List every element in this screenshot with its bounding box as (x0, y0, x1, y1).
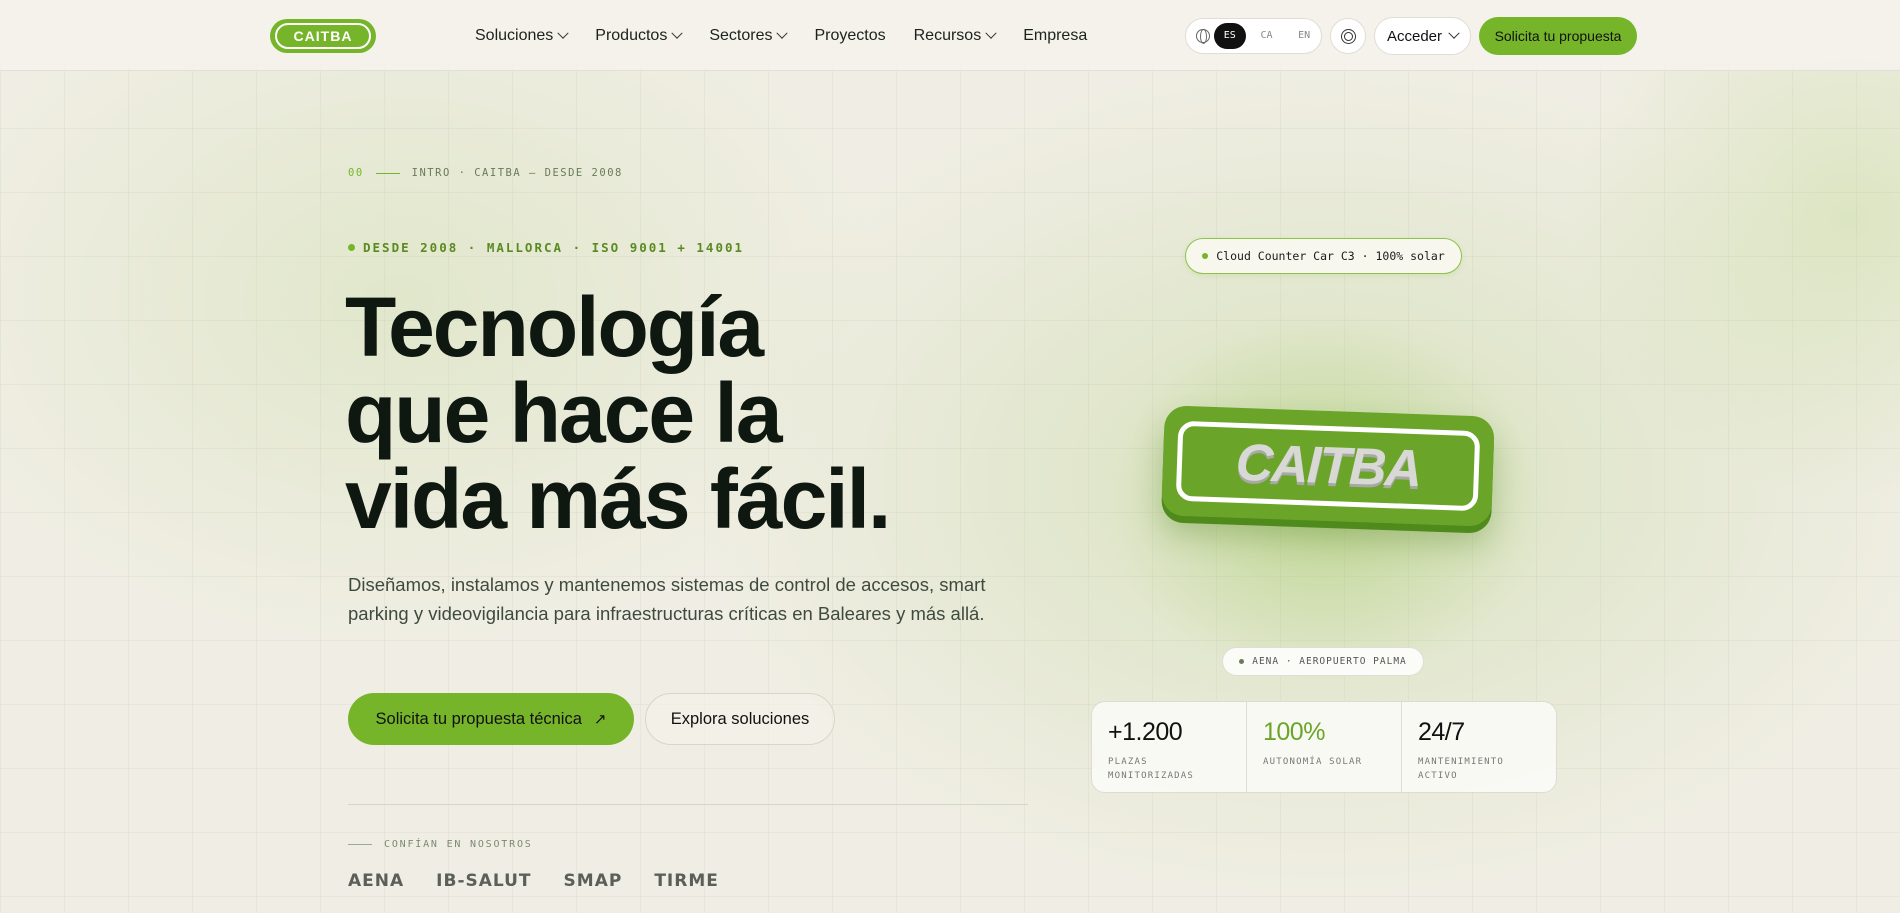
main-menu: Soluciones Productos Sectores Proyectos … (475, 25, 1115, 47)
top-navbar: CAITBA Soluciones Productos Sectores Pro… (0, 0, 1900, 71)
client-logos: AENA IB-SALUT SMAP TIRME (348, 871, 719, 891)
status-dot-icon (1239, 659, 1245, 664)
credentials-badge: DESDE 2008 · MALLORCA · ISO 9001 + 14001 (348, 240, 744, 255)
language-option-en[interactable]: EN (1287, 23, 1321, 49)
hero-headline: Tecnología que hace la vida más fácil. (345, 284, 1065, 542)
status-dot-icon (348, 244, 355, 251)
menu-item-soluciones[interactable]: Soluciones (475, 25, 569, 47)
stat-value: 100% (1263, 718, 1325, 746)
client-logo-aena: AENA (348, 871, 405, 891)
sun-icon (1343, 31, 1353, 41)
status-dot-icon (1202, 253, 1209, 259)
headline-line: vida más fácil. (345, 452, 891, 546)
menu-item-productos[interactable]: Productos (595, 25, 683, 47)
technical-proposal-button[interactable]: Solicita tu propuesta técnica ↗ (348, 693, 634, 745)
chevron-down-icon (985, 27, 997, 39)
trust-label-text: CONFÍAN EN NOSOTROS (384, 839, 533, 850)
stat-label: AUTONOMÍA SOLAR (1263, 757, 1363, 767)
trust-label: CONFÍAN EN NOSOTROS (348, 839, 533, 850)
caitba-logo[interactable]: CAITBA (270, 19, 376, 53)
theme-toggle-button[interactable] (1330, 18, 1366, 54)
section-eyebrow: 00 INTRO · CAITBA — DESDE 2008 (348, 167, 623, 179)
menu-item-label: Productos (595, 27, 668, 44)
hero-subtitle: Diseñamos, instalamos y mantenemos siste… (348, 574, 986, 624)
stat-item: +1.200 PLAZAS MONITORIZADAS (1092, 702, 1247, 792)
stat-item: 24/7 MANTENIMIENTO ACTIVO (1402, 702, 1556, 792)
eyebrow-divider (375, 172, 400, 174)
3d-logo-text: CAITBA (1175, 420, 1481, 512)
client-logo-ib-salut: IB-SALUT (436, 871, 532, 891)
chevron-down-icon (1448, 27, 1460, 39)
menu-item-label: Sectores (709, 27, 773, 44)
location-pill: AENA · AEROPUERTO PALMA (1222, 647, 1424, 676)
chevron-down-icon (671, 27, 683, 39)
chevron-down-icon (776, 27, 789, 39)
arrow-up-right-icon: ↗ (593, 711, 607, 728)
menu-item-recursos[interactable]: Recursos (913, 25, 997, 47)
menu-item-label: Soluciones (475, 27, 554, 44)
section-label: INTRO · CAITBA — DESDE 2008 (411, 167, 623, 179)
stat-value: 24/7 (1418, 718, 1465, 746)
chevron-down-icon (557, 27, 569, 39)
menu-item-label: Recursos (913, 27, 982, 44)
login-label: Acceder (1386, 27, 1443, 45)
globe-icon (1196, 29, 1210, 44)
headline-line: que hace la (345, 366, 783, 460)
caitba-3d-logo: CAITBA (1161, 405, 1495, 527)
product-pill: Cloud Counter Car C3 · 100% solar (1185, 238, 1462, 274)
menu-item-label: Proyectos (814, 27, 886, 44)
section-number: 00 (348, 167, 364, 179)
credentials-text: DESDE 2008 · MALLORCA · ISO 9001 + 14001 (363, 240, 745, 255)
location-pill-text: AENA · AEROPUERTO PALMA (1252, 656, 1407, 667)
headline-line: Tecnología (345, 280, 764, 374)
client-logo-tirme: TIRME (654, 871, 719, 891)
login-button[interactable]: Acceder (1374, 17, 1471, 55)
menu-item-proyectos[interactable]: Proyectos (814, 25, 885, 47)
stat-value: +1.200 (1108, 718, 1183, 746)
button-label: Solicita tu propuesta técnica (375, 709, 582, 728)
stat-label: PLAZAS MONITORIZADAS (1108, 757, 1195, 781)
menu-item-label: Empresa (1023, 27, 1088, 44)
explore-solutions-button[interactable]: Explora soluciones (645, 693, 835, 745)
stats-card: +1.200 PLAZAS MONITORIZADAS 100% AUTONOM… (1091, 701, 1557, 793)
section-divider (348, 804, 1028, 805)
trust-divider (348, 844, 372, 845)
menu-item-sectores[interactable]: Sectores (709, 25, 789, 47)
language-switcher: ES CA EN (1185, 18, 1322, 54)
stat-label: MANTENIMIENTO ACTIVO (1418, 757, 1505, 781)
logo-text: CAITBA (275, 23, 371, 49)
menu-item-empresa[interactable]: Empresa (1023, 25, 1087, 47)
language-option-es[interactable]: ES (1213, 23, 1246, 49)
stat-item: 100% AUTONOMÍA SOLAR (1247, 702, 1402, 792)
product-pill-text: Cloud Counter Car C3 · 100% solar (1216, 249, 1445, 263)
language-option-ca[interactable]: CA (1250, 23, 1284, 49)
client-logo-smap: SMAP (563, 871, 623, 891)
request-proposal-button[interactable]: Solicita tu propuesta (1479, 17, 1637, 55)
